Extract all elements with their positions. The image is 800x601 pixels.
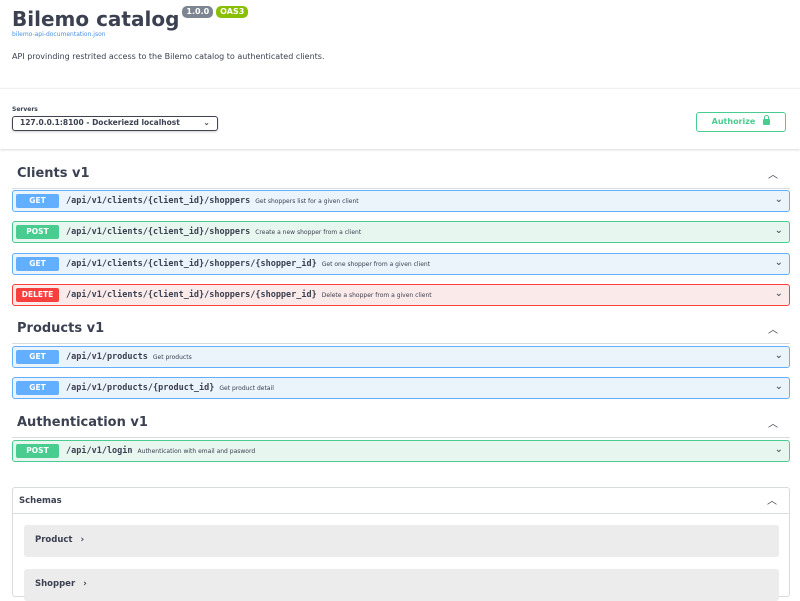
method-badge: GET [16,257,59,271]
operation-path: /api/v1/products [66,352,148,362]
schema-item-product[interactable]: Product › [24,525,779,557]
operation-summary: Get product detail [219,385,274,392]
lock-icon [763,115,771,125]
operation-path: /api/v1/clients/{client_id}/shoppers/{sh… [66,259,317,269]
authorize-label: Authorize [711,117,756,126]
chevron-up-icon[interactable]: ︿ [767,492,777,507]
section-products[interactable]: Products v1 ︿ [12,313,790,344]
method-badge: GET [16,381,59,395]
api-description: API provinding restrited access to the B… [12,52,325,61]
chevron-down-icon[interactable]: ⌄ [775,225,783,236]
servers-selected-value: 127.0.0.1:8100 - Dockeriezd localhost [20,118,180,127]
authorize-button[interactable]: Authorize [696,112,786,132]
operation-path: /api/v1/products/{product_id} [66,383,215,393]
operation-summary: Get one shopper from a given client [321,261,431,268]
method-badge: GET [16,194,59,208]
operation-summary: Get shoppers list for a given client [255,198,359,205]
section-authentication[interactable]: Authentication v1 ︿ [12,407,790,438]
operation-path: /api/v1/clients/{client_id}/shoppers [66,227,251,237]
chevron-right-icon: › [83,579,87,589]
operation-post-login[interactable]: POST /api/v1/login Authentication with em… [12,440,790,462]
schema-name: Shopper [35,579,76,589]
schema-item-shopper[interactable]: Shopper › [24,569,779,601]
oas-badge: OAS3 [216,6,249,18]
servers-select[interactable]: 127.0.0.1:8100 - Dockeriezd localhost ⌄ [12,116,218,131]
chevron-up-icon[interactable]: ︿ [768,166,778,181]
operation-summary: Delete a shopper from a given client [321,292,432,299]
operation-path: /api/v1/login [66,446,133,456]
divider [13,513,789,514]
method-badge: POST [16,444,59,458]
method-badge: GET [16,350,59,364]
chevron-down-icon[interactable]: ⌄ [775,381,783,392]
api-info: Bilemo catalog 1.0.0 OAS3 bilemo-api-doc… [12,0,792,61]
chevron-down-icon[interactable]: ⌄ [775,257,783,268]
chevron-up-icon[interactable]: ︿ [768,415,778,430]
chevron-down-icon[interactable]: ⌄ [775,350,783,361]
scheme-container: Servers 127.0.0.1:8100 - Dockeriezd loca… [0,88,800,149]
operation-get-shopper[interactable]: GET /api/v1/clients/{client_id}/shoppers… [12,253,790,275]
operation-summary: Authentication with email and pasword [137,448,256,455]
schemas-title[interactable]: Schemas [19,494,62,508]
operation-path: /api/v1/clients/{client_id}/shoppers/{sh… [66,290,317,300]
section-title: Products v1 [17,321,105,336]
section-title: Clients v1 [17,166,90,181]
section-clients[interactable]: Clients v1 ︿ [12,158,790,189]
operation-delete-shopper[interactable]: DELETE /api/v1/clients/{client_id}/shopp… [12,284,790,306]
operation-get-product[interactable]: GET /api/v1/products/{product_id} Get pro… [12,377,790,399]
schemas-section: Schemas ︿ Product › Shopper › [12,487,790,601]
operation-path: /api/v1/clients/{client_id}/shoppers [66,196,251,206]
operation-get-products[interactable]: GET /api/v1/products Get products ⌄ [12,346,790,368]
chevron-right-icon: › [80,535,85,545]
operation-get-shoppers[interactable]: GET /api/v1/clients/{client_id}/shoppers… [12,190,790,212]
operation-summary: Create a new shopper from a client [255,229,362,236]
chevron-down-icon[interactable]: ⌄ [775,288,783,299]
servers-label: Servers [12,106,38,113]
chevron-down-icon[interactable]: ⌄ [775,194,783,205]
method-badge: POST [16,225,59,239]
schema-name: Product [35,535,73,545]
version-badge: 1.0.0 [182,6,214,18]
chevron-down-icon: ⌄ [203,118,210,127]
section-title: Authentication v1 [17,415,148,430]
chevron-up-icon[interactable]: ︿ [768,321,778,336]
chevron-down-icon[interactable]: ⌄ [775,444,783,455]
method-badge: DELETE [16,288,59,302]
operation-summary: Get products [152,354,192,361]
operation-post-shoppers[interactable]: POST /api/v1/clients/{client_id}/shopper… [12,221,790,243]
